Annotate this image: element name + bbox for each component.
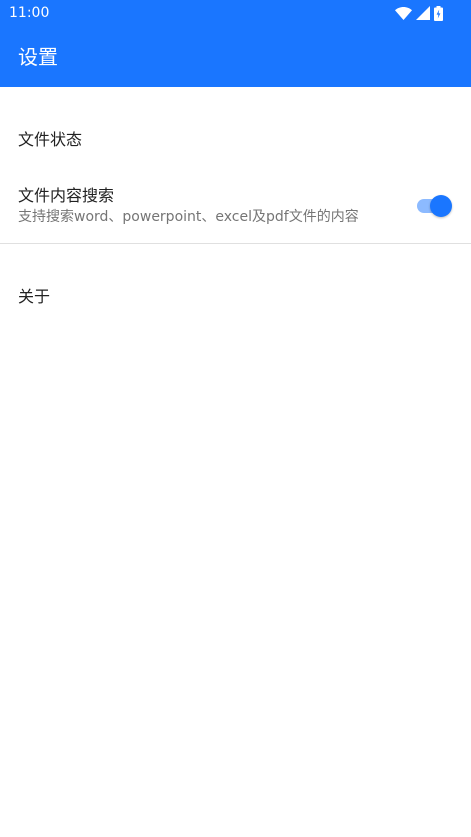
about-item[interactable]: 关于 [18, 286, 50, 308]
file-content-search-summary: 支持搜索word、powerpoint、excel及pdf文件的内容 [18, 209, 359, 225]
category-file-status: 文件状态 [18, 130, 83, 149]
status-icons [395, 5, 443, 21]
file-content-search-title: 文件内容搜索 [18, 186, 115, 205]
status-bar: 11:00 [0, 0, 471, 26]
cellular-signal-icon [416, 6, 430, 20]
file-content-search-switch[interactable] [417, 195, 452, 217]
switch-thumb [430, 195, 452, 217]
section-divider [0, 243, 471, 244]
app-bar: 11:00 设置 [0, 0, 471, 87]
status-time: 11:00 [9, 5, 50, 21]
battery-charging-icon [434, 5, 443, 21]
wifi-icon [395, 6, 412, 20]
page-title: 设置 [18, 45, 58, 69]
file-content-search-setting[interactable]: 文件内容搜索 支持搜索word、powerpoint、excel及pdf文件的内… [0, 180, 471, 236]
settings-screen: 11:00 设置 文件状态 文件内容搜索 支持搜索word、powerpoint… [0, 0, 471, 837]
